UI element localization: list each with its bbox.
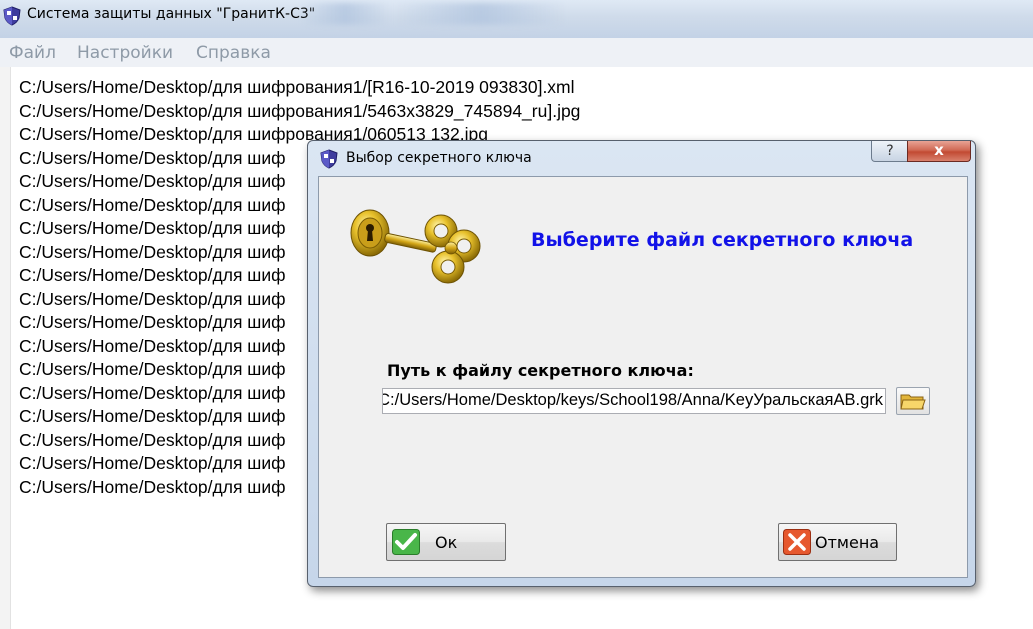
ok-label: Ок (435, 533, 458, 552)
dialog-body: Выберите файл секретного ключа Путь к фа… (318, 176, 968, 578)
close-button[interactable]: x (907, 141, 971, 162)
folder-icon (900, 394, 926, 410)
ok-button[interactable]: Ок (386, 523, 506, 561)
menu-bar: Файл Настройки Справка (0, 38, 1033, 68)
menu-file[interactable]: Файл (9, 43, 56, 63)
key-path-input[interactable]: C:/Users/Home/Desktop/keys/School198/Ann… (382, 388, 886, 414)
left-gutter (0, 67, 11, 629)
key-path-value: C:/Users/Home/Desktop/keys/School198/Ann… (382, 391, 883, 409)
menu-settings[interactable]: Настройки (77, 43, 173, 63)
cancel-button[interactable]: Отмена (778, 523, 897, 561)
help-button[interactable]: ? (871, 141, 909, 162)
menu-help[interactable]: Справка (196, 43, 271, 63)
shield-icon (320, 149, 338, 169)
browse-button[interactable] (896, 387, 930, 415)
secret-key-dialog: Выбор секретного ключа ? x Выберите файл… (307, 140, 976, 587)
dialog-heading: Выберите файл секретного ключа (531, 229, 914, 251)
file-list-item[interactable]: C:/Users/Home/Desktop/для шифрования1/[R… (19, 76, 580, 100)
cancel-label: Отмена (815, 533, 880, 552)
shield-icon (3, 6, 21, 26)
window-title: Система защиты данных "ГранитК-С3" (27, 6, 316, 22)
file-list-item[interactable]: C:/Users/Home/Desktop/для шифрования1/54… (19, 100, 580, 124)
golden-key-icon (350, 209, 481, 284)
dialog-title: Выбор секретного ключа (346, 150, 532, 166)
path-label: Путь к файлу секретного ключа: (387, 361, 694, 380)
main-title-bar[interactable]: Система защиты данных "ГранитК-С3" (0, 0, 1033, 39)
x-icon (783, 529, 811, 555)
checkmark-icon (392, 529, 420, 555)
